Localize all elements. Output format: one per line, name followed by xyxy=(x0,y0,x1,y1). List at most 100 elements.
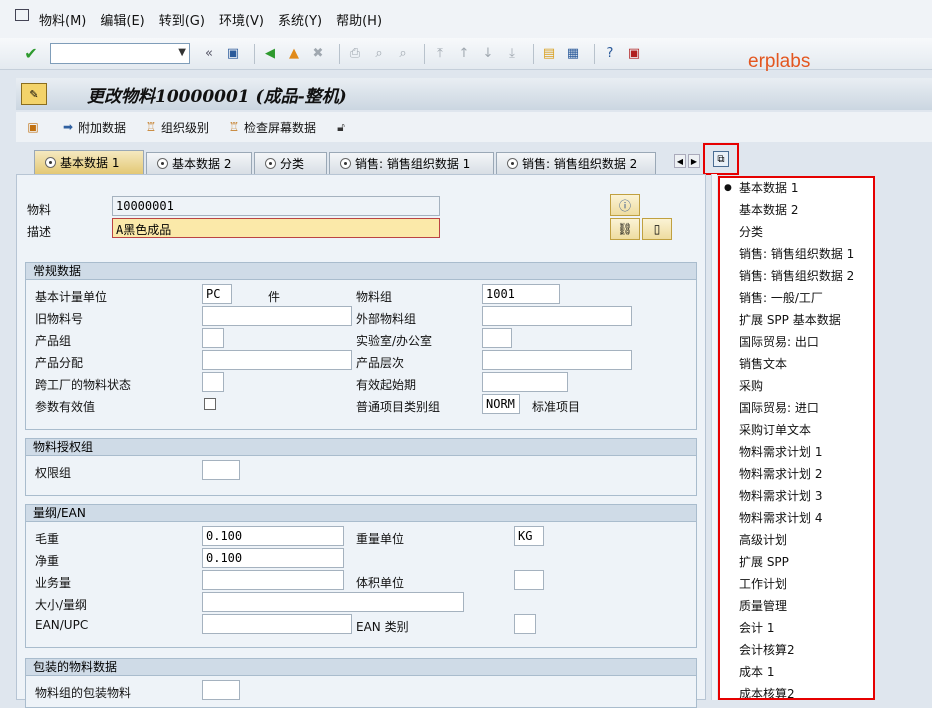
tab-scroll-right-icon[interactable]: ▶ xyxy=(688,154,700,168)
tab-list-item[interactable]: 国际贸易: 进口 xyxy=(720,398,873,420)
ean-category-field[interactable] xyxy=(514,614,536,634)
next-page-icon[interactable]: ↓ xyxy=(479,45,497,63)
weight-unit-field[interactable]: KG xyxy=(514,526,544,546)
cross-plant-status-field[interactable] xyxy=(202,372,224,392)
packaging-material-field[interactable] xyxy=(202,680,240,700)
additional-data-button[interactable]: ➡ 附加数据 xyxy=(61,119,126,136)
ean-upc-field[interactable] xyxy=(202,614,352,634)
tab-basic-data-2[interactable]: 基本数据 2 xyxy=(146,152,252,174)
tab-list-item[interactable]: 采购订单文本 xyxy=(720,420,873,442)
tab-list-item[interactable]: 高级计划 xyxy=(720,530,873,552)
print-icon[interactable]: ⎙ xyxy=(346,45,364,63)
customize-icon[interactable]: ▣ xyxy=(625,45,643,63)
back-icon[interactable]: ◀ xyxy=(261,45,279,63)
product-allocation-label: 产品分配 xyxy=(35,356,84,370)
last-page-icon[interactable]: ⤓ xyxy=(503,45,521,63)
new-session-icon[interactable]: ▤ xyxy=(540,45,558,63)
check-screen-data-button[interactable]: ♖ 检查屏幕数据 xyxy=(227,119,316,136)
size-dimensions-field[interactable] xyxy=(202,592,464,612)
item-category-group-field[interactable]: NORM xyxy=(482,394,520,414)
toolbar-divider xyxy=(254,43,255,64)
info-button[interactable]: ⓘ xyxy=(610,194,640,216)
tab-list-item[interactable]: 成本核算2 xyxy=(720,684,873,698)
menu-edit[interactable]: 编辑(E) xyxy=(100,10,144,29)
tab-sales-org-2[interactable]: 销售: 销售组织数据 2 xyxy=(496,152,656,174)
exit-icon[interactable]: ▲ xyxy=(285,45,303,63)
volume-label: 业务量 xyxy=(35,576,72,590)
tab-sales-org-1[interactable]: 销售: 销售组织数据 1 xyxy=(329,152,494,174)
tab-list-item[interactable]: 会计核算2 xyxy=(720,640,873,662)
gross-weight-field[interactable]: 0.100 xyxy=(202,526,344,546)
collapse-icon[interactable]: « xyxy=(200,45,218,63)
enter-icon[interactable]: ✔ xyxy=(22,44,40,63)
param-effectivity-label: 参数有效值 xyxy=(35,400,96,414)
find-next-icon[interactable]: ⌕ xyxy=(394,45,412,63)
auth-group-field[interactable] xyxy=(202,460,240,480)
tab-list-item[interactable]: 物料需求计划 3 xyxy=(720,486,873,508)
group-title: 量纲/EAN xyxy=(26,505,696,522)
net-weight-field[interactable]: 0.100 xyxy=(202,548,344,568)
product-allocation-field[interactable] xyxy=(202,350,352,370)
find-icon[interactable]: ⌕ xyxy=(370,45,388,63)
base-uom-field[interactable]: PC xyxy=(202,284,232,304)
tab-list-item[interactable]: 国际贸易: 出口 xyxy=(720,332,873,354)
menu-icon[interactable] xyxy=(15,9,29,21)
lab-office-field[interactable] xyxy=(482,328,512,348)
tab-list-item[interactable]: 物料需求计划 4 xyxy=(720,508,873,530)
valid-from-field[interactable] xyxy=(482,372,568,392)
menu-environment[interactable]: 环境(V) xyxy=(219,10,264,29)
lock-button[interactable]: 🔓︎ xyxy=(334,120,351,134)
description-field[interactable]: A黑色成品 xyxy=(112,218,440,238)
toolbar-divider xyxy=(533,43,534,64)
tab-list-item[interactable]: 销售: 销售组织数据 1 xyxy=(720,244,873,266)
long-text-button[interactable]: ▯ xyxy=(642,218,672,240)
shortcut-icon[interactable]: ▦ xyxy=(564,45,582,63)
tab-list-item[interactable]: 成本 1 xyxy=(720,662,873,684)
tab-list-item[interactable]: 分类 xyxy=(720,222,873,244)
item-category-group-label: 普通项目类别组 xyxy=(356,400,441,414)
command-field[interactable]: ▼ xyxy=(50,43,190,64)
help-icon[interactable]: ? xyxy=(601,45,619,63)
menu-system[interactable]: 系统(Y) xyxy=(278,10,322,29)
menu-help[interactable]: 帮助(H) xyxy=(336,10,382,29)
tab-list-item[interactable]: 会计 1 xyxy=(720,618,873,640)
other-view-button[interactable]: ▣ xyxy=(26,120,43,134)
tab-list-item[interactable]: 扩展 SPP 基本数据 xyxy=(720,310,873,332)
save-icon[interactable]: ▣ xyxy=(224,45,242,63)
tab-list-item[interactable]: 销售: 一般/工厂 xyxy=(720,288,873,310)
tab-list-item[interactable]: 物料需求计划 1 xyxy=(720,442,873,464)
menu-goto[interactable]: 转到(G) xyxy=(159,10,205,29)
tab-list-item[interactable]: 工作计划 xyxy=(720,574,873,596)
tab-list-item[interactable]: 物料需求计划 2 xyxy=(720,464,873,486)
material-group-field[interactable]: 1001 xyxy=(482,284,560,304)
tab-list-item[interactable]: 扩展 SPP xyxy=(720,552,873,574)
tab-classification[interactable]: 分类 xyxy=(254,152,327,174)
menu-material[interactable]: 物料(M) xyxy=(39,10,86,29)
material-field: 10000001 xyxy=(112,196,440,216)
old-material-field[interactable] xyxy=(202,306,352,326)
group-title: 物料授权组 xyxy=(26,439,696,456)
tab-list-item[interactable]: 质量管理 xyxy=(720,596,873,618)
tab-label: 基本数据 2 xyxy=(172,157,232,171)
tab-list-item[interactable]: 基本数据 2 xyxy=(720,200,873,222)
product-group-label: 产品组 xyxy=(35,334,72,348)
tab-list-item[interactable]: 采购 xyxy=(720,376,873,398)
prev-page-icon[interactable]: ↑ xyxy=(455,45,473,63)
volume-field[interactable] xyxy=(202,570,344,590)
org-levels-button[interactable]: ♖ 组织级别 xyxy=(144,119,209,136)
first-page-icon[interactable]: ⤒ xyxy=(431,45,449,63)
param-effectivity-checkbox[interactable] xyxy=(204,398,216,410)
link-button[interactable]: ⛓ xyxy=(610,218,640,240)
ext-material-group-field[interactable] xyxy=(482,306,632,326)
tab-list-item[interactable]: 销售文本 xyxy=(720,354,873,376)
tab-scroll-left-icon[interactable]: ◀ xyxy=(674,154,686,168)
product-group-field[interactable] xyxy=(202,328,224,348)
tab-list-item[interactable]: 基本数据 1 xyxy=(720,178,873,200)
product-hierarchy-field[interactable] xyxy=(482,350,632,370)
tab-list-item[interactable]: 销售: 销售组织数据 2 xyxy=(720,266,873,288)
tab-basic-data-1[interactable]: 基本数据 1 xyxy=(34,150,144,174)
volume-unit-field[interactable] xyxy=(514,570,544,590)
chevron-down-icon[interactable]: ▼ xyxy=(178,47,186,58)
tab-list-button[interactable]: ⧉ xyxy=(703,143,739,175)
cancel-icon[interactable]: ✖ xyxy=(309,45,327,63)
